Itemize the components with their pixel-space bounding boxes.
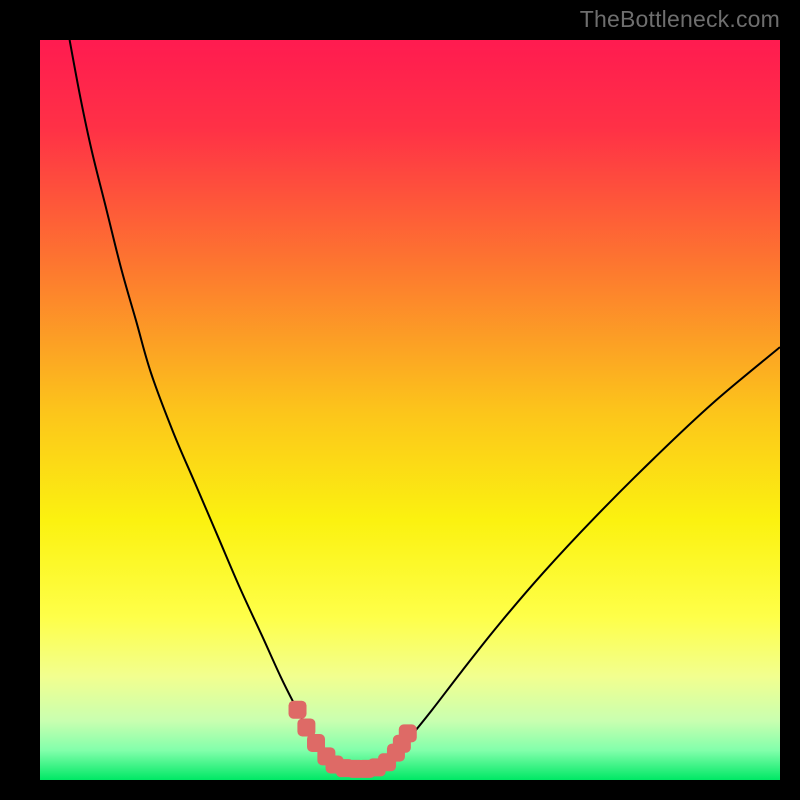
valley-markers: [289, 701, 417, 778]
bottleneck-curve: [40, 40, 780, 780]
valley-marker: [399, 724, 417, 742]
curve-right-branch: [384, 347, 780, 763]
chart-frame: TheBottleneck.com: [0, 0, 800, 800]
plot-area: [40, 40, 780, 780]
watermark-text: TheBottleneck.com: [580, 6, 780, 33]
valley-marker: [289, 701, 307, 719]
valley-marker: [297, 718, 315, 736]
curve-left-branch: [70, 40, 333, 763]
